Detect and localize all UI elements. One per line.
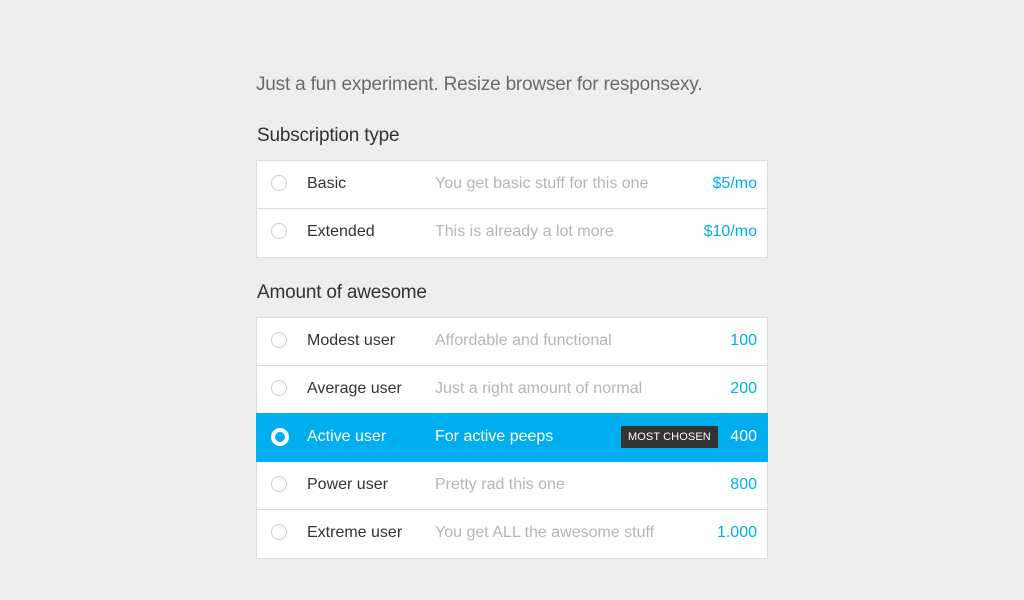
amount-of-awesome-radio-group: Modest user Affordable and functional 10… bbox=[256, 317, 768, 559]
radio-unchecked-icon[interactable] bbox=[271, 223, 287, 239]
option-label: Basic bbox=[307, 175, 347, 192]
option-description: Pretty rad this one bbox=[435, 476, 565, 493]
option-label: Power user bbox=[307, 476, 388, 493]
radio-unchecked-icon[interactable] bbox=[271, 476, 287, 492]
radio-unchecked-icon[interactable] bbox=[271, 380, 287, 396]
option-basic[interactable]: Basic You get basic stuff for this one $… bbox=[257, 161, 767, 209]
intro-text: Just a fun experiment. Resize browser fo… bbox=[256, 74, 703, 95]
option-price: 200 bbox=[730, 380, 757, 397]
option-description: For active peeps bbox=[435, 428, 554, 445]
option-description: You get ALL the awesome stuff bbox=[435, 524, 655, 541]
section-title-amount-of-awesome: Amount of awesome bbox=[257, 282, 427, 303]
option-description: Affordable and functional bbox=[435, 332, 612, 349]
option-price: 800 bbox=[730, 476, 757, 493]
option-extreme-user[interactable]: Extreme user You get ALL the awesome stu… bbox=[257, 510, 767, 558]
option-power-user[interactable]: Power user Pretty rad this one 800 bbox=[257, 462, 767, 510]
option-description: This is already a lot more bbox=[435, 223, 614, 240]
option-price: $5/mo bbox=[712, 175, 757, 192]
option-description: You get basic stuff for this one bbox=[435, 175, 649, 192]
option-description: Just a right amount of normal bbox=[435, 380, 643, 397]
option-label: Extended bbox=[307, 223, 375, 240]
radio-unchecked-icon[interactable] bbox=[271, 332, 287, 348]
option-label: Average user bbox=[307, 380, 402, 397]
option-price: 100 bbox=[730, 332, 757, 349]
option-extended[interactable]: Extended This is already a lot more $10/… bbox=[257, 209, 767, 257]
most-chosen-badge: MOST CHOSEN bbox=[621, 426, 718, 448]
option-average-user[interactable]: Average user Just a right amount of norm… bbox=[257, 366, 767, 414]
option-label: Active user bbox=[307, 428, 387, 445]
radio-unchecked-icon[interactable] bbox=[271, 524, 287, 540]
option-modest-user[interactable]: Modest user Affordable and functional 10… bbox=[257, 318, 767, 366]
section-title-subscription-type: Subscription type bbox=[257, 125, 400, 146]
option-price: 400 bbox=[730, 428, 757, 445]
radio-unchecked-icon[interactable] bbox=[271, 175, 287, 191]
option-label: Modest user bbox=[307, 332, 396, 349]
option-active-user[interactable]: Active user For active peeps MOST CHOSEN… bbox=[256, 413, 768, 462]
option-label: Extreme user bbox=[307, 524, 403, 541]
subscription-type-radio-group: Basic You get basic stuff for this one $… bbox=[256, 160, 768, 258]
radio-checked-icon[interactable] bbox=[271, 428, 289, 446]
option-price: 1.000 bbox=[716, 524, 757, 541]
option-price: $10/mo bbox=[703, 223, 757, 240]
